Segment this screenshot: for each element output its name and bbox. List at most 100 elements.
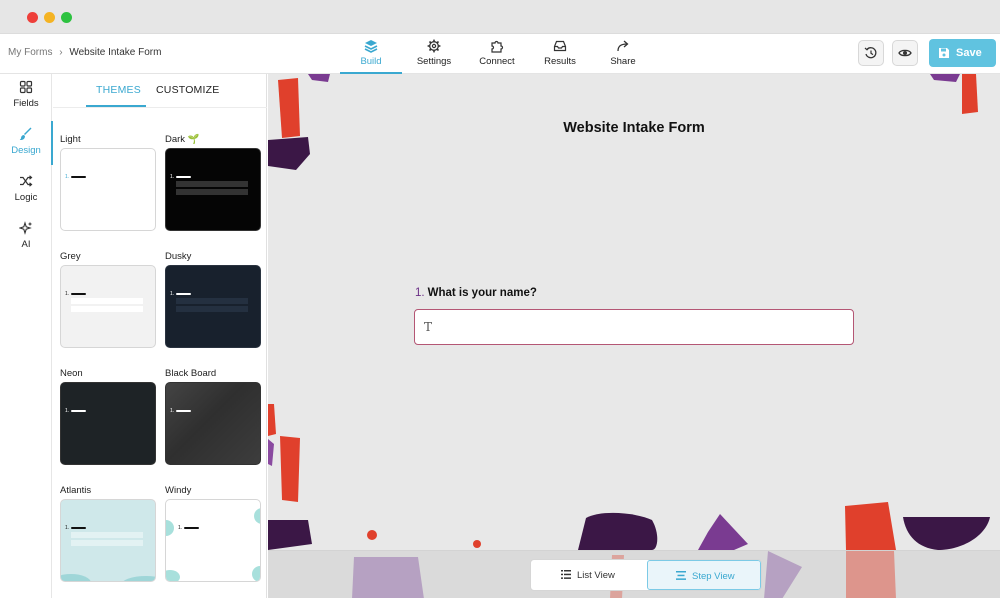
tab-results-label: Results (544, 56, 576, 67)
theme-card-neon[interactable]: Neon 1. (60, 368, 156, 468)
tab-results[interactable]: Results (529, 34, 591, 74)
theme-name-text: Dark (165, 134, 186, 145)
form-preview-canvas: Website Intake Form 1. What is your name?… (268, 74, 1000, 598)
tab-connect-label: Connect (479, 56, 515, 67)
history-icon (864, 47, 877, 59)
rail-item-logic-label: Logic (14, 192, 38, 203)
theme-preview-decoration (166, 520, 174, 536)
theme-preview: 1. (60, 265, 156, 348)
theme-preview-field (176, 189, 248, 195)
theme-preview: 1. (165, 265, 261, 348)
theme-card-dusky[interactable]: Dusky 1. (165, 251, 261, 351)
theme-preview-decoration (252, 566, 260, 581)
theme-preview-question-line (71, 410, 86, 412)
left-rail: Fields Design Logic AI (0, 74, 53, 598)
theme-name: Atlantis (60, 485, 92, 496)
theme-preview-question-number: 1. (170, 291, 175, 297)
share-arrow-icon (617, 40, 629, 52)
theme-preview-decoration (121, 576, 155, 581)
text-field-icon: T (424, 320, 433, 334)
breadcrumb: My Forms › Website Intake Form (8, 47, 161, 58)
rail-item-ai[interactable]: AI (0, 215, 52, 259)
theme-card-black-board[interactable]: Black Board 1. (165, 368, 261, 468)
question-label: 1. What is your name? (415, 287, 537, 299)
theme-card-dark[interactable]: Dark 🌱 1. (165, 134, 261, 234)
theme-name: Black Board (165, 368, 217, 379)
view-toggle-bar: List View Step View (268, 550, 1000, 598)
close-window-button[interactable] (27, 12, 38, 23)
steps-icon (676, 571, 686, 580)
breadcrumb-separator: › (59, 47, 63, 58)
list-view-button[interactable]: List View (531, 560, 647, 590)
theme-name: Light (60, 134, 81, 145)
tab-build[interactable]: Build (340, 34, 402, 74)
theme-preview-question-number: 1. (170, 408, 175, 414)
eye-icon (898, 49, 912, 57)
theme-preview: 1. (60, 148, 156, 231)
rail-item-design[interactable]: Design (0, 121, 53, 165)
minimize-window-button[interactable] (44, 12, 55, 23)
tab-build-label: Build (360, 56, 382, 67)
theme-preview-question-number: 1. (178, 525, 183, 531)
theme-preview-question-number: 1. (65, 525, 70, 531)
floppy-disk-icon (939, 48, 949, 58)
theme-panel: THEMES CUSTOMIZE Light 1. Dark 🌱 1. Grey (53, 74, 267, 598)
theme-card-light[interactable]: Light 1. (60, 134, 156, 234)
maximize-window-button[interactable] (61, 12, 72, 23)
sparkle-icon (19, 221, 33, 235)
tab-share-label: Share (610, 56, 636, 67)
theme-preview: 1. (60, 499, 156, 582)
theme-preview-question-line (71, 527, 86, 529)
seedling-icon: 🌱 (187, 134, 200, 145)
rail-item-logic[interactable]: Logic (0, 168, 52, 212)
panel-tab-customize[interactable]: CUSTOMIZE (156, 84, 219, 96)
theme-name: Windy (165, 485, 192, 496)
theme-preview-question-line (176, 410, 191, 412)
rail-item-fields[interactable]: Fields (0, 74, 52, 118)
theme-preview-decoration (254, 508, 260, 524)
puzzle-icon (491, 40, 504, 53)
theme-preview-field (176, 181, 248, 187)
tab-connect[interactable]: Connect (466, 34, 528, 74)
list-icon (561, 570, 571, 579)
theme-name: Dusky (165, 251, 192, 262)
theme-preview-decoration (166, 570, 180, 581)
save-button-label: Save (956, 47, 982, 59)
step-view-label: Step View (692, 571, 735, 582)
theme-preview-question-line (184, 527, 199, 529)
step-view-button[interactable]: Step View (647, 560, 761, 590)
app-window: My Forms › Website Intake Form Build Set… (0, 0, 1000, 598)
tab-share[interactable]: Share (592, 34, 654, 74)
breadcrumb-root-link[interactable]: My Forms (8, 47, 52, 58)
rail-item-fields-label: Fields (13, 98, 39, 109)
theme-preview-question-line (176, 293, 191, 295)
theme-name: Neon (60, 368, 83, 379)
preview-button[interactable] (892, 40, 918, 66)
inbox-icon (553, 40, 567, 52)
theme-card-grey[interactable]: Grey 1. (60, 251, 156, 351)
theme-preview-field (71, 540, 143, 546)
panel-tab-themes[interactable]: THEMES (96, 84, 141, 96)
theme-preview: 1. (165, 499, 261, 582)
rail-item-ai-label: AI (21, 239, 31, 250)
gear-icon (427, 39, 441, 53)
theme-card-atlantis[interactable]: Atlantis 1. (60, 485, 156, 585)
tab-settings[interactable]: Settings (403, 34, 465, 74)
rail-item-design-label: Design (11, 145, 41, 156)
theme-preview-question-line (176, 176, 191, 178)
form-title: Website Intake Form (563, 120, 705, 136)
theme-preview: 1. (60, 382, 156, 465)
brush-icon (19, 127, 32, 141)
theme-preview-decoration (61, 574, 91, 581)
answer-input[interactable]: T (414, 309, 854, 345)
tab-settings-label: Settings (416, 56, 452, 67)
theme-preview-field (176, 298, 248, 304)
list-view-label: List View (577, 570, 615, 581)
top-toolbar: My Forms › Website Intake Form Build Set… (0, 34, 1000, 74)
theme-name: Dark 🌱 (165, 134, 200, 145)
theme-preview-field (71, 306, 143, 312)
grid-icon (19, 80, 33, 94)
theme-card-windy[interactable]: Windy 1. (165, 485, 261, 585)
save-button[interactable]: Save (929, 39, 996, 67)
history-button[interactable] (858, 40, 884, 66)
